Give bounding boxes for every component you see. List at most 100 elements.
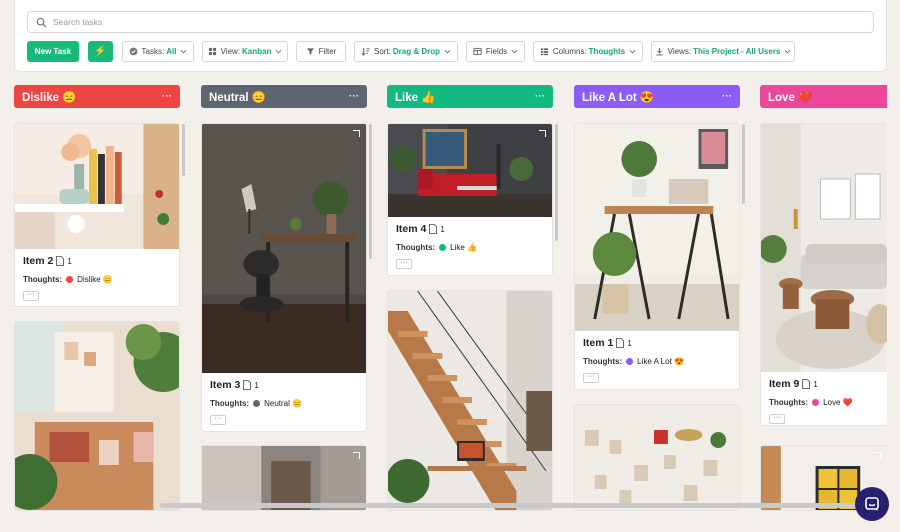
card-image: [202, 124, 366, 373]
thoughts-label: Thoughts:: [210, 399, 250, 408]
thoughts-field: Thoughts: Like 👍: [396, 243, 544, 252]
expand-corner-icon[interactable]: [874, 452, 881, 459]
chat-icon: [865, 497, 879, 511]
column-title: Love ❤️: [768, 91, 813, 104]
column-menu-icon[interactable]: ···: [722, 91, 732, 102]
attachment-count: 1: [813, 379, 818, 389]
view-dropdown[interactable]: View: Kanban: [202, 41, 288, 62]
thoughts-value: Like A Lot 😍: [637, 357, 684, 366]
expand-corner-icon[interactable]: [353, 130, 360, 137]
card-image: [15, 124, 179, 249]
card-more-button[interactable]: ···: [396, 259, 412, 269]
fields-label: Fields: [485, 47, 508, 56]
card-more-button[interactable]: ···: [769, 414, 785, 424]
chevron-down-icon: [181, 49, 187, 54]
card-image: [388, 291, 552, 510]
sort-value: Drag & Drop: [392, 47, 441, 56]
column-menu-icon[interactable]: ···: [162, 91, 172, 102]
search-input[interactable]: [53, 17, 453, 27]
sort-dropdown[interactable]: Sort: Drag & Drop: [354, 41, 458, 62]
filter-button[interactable]: Filter: [296, 41, 346, 62]
views-value: This Project - All Users: [693, 47, 781, 56]
chevron-down-icon: [275, 49, 282, 54]
column-header-like-a-lot[interactable]: Like A Lot 😍 ···: [574, 85, 740, 108]
status-dot: [66, 276, 74, 283]
chevron-down-icon: [511, 49, 518, 54]
column-menu-icon[interactable]: ···: [349, 91, 359, 102]
new-task-button[interactable]: New Task: [27, 41, 79, 62]
card-more-button[interactable]: ···: [210, 415, 226, 425]
card-title[interactable]: Item 1 1: [583, 337, 731, 349]
check-circle-icon: [129, 47, 137, 56]
task-card-image[interactable]: [574, 404, 740, 511]
status-dot: [253, 400, 261, 407]
thoughts-label: Thoughts:: [583, 357, 623, 366]
task-card-item-3[interactable]: Item 3 1 Thoughts: Neutral 😑 ···: [201, 123, 367, 432]
task-card-image[interactable]: [14, 321, 180, 511]
task-card-item-1[interactable]: Item 1 1 Thoughts: Like A Lot 😍 ···: [574, 123, 740, 390]
search-icon: [36, 17, 47, 27]
quick-action-button[interactable]: ⚡: [88, 41, 113, 62]
columns-dropdown[interactable]: Columns: Thoughts: [533, 41, 643, 62]
card-image: [575, 124, 739, 331]
expand-corner-icon[interactable]: [539, 130, 546, 137]
column-scrollbar[interactable]: [742, 124, 745, 204]
columns-icon: [540, 48, 548, 56]
column-header-like[interactable]: Like 👍 ···: [387, 85, 553, 108]
column-scrollbar[interactable]: [369, 124, 372, 259]
table-icon: [473, 47, 482, 56]
task-card-item-9[interactable]: Item 9 1 Thoughts: Love ❤️ ···: [760, 123, 887, 426]
views-label: Views:: [667, 47, 692, 56]
card-more-button[interactable]: ···: [23, 291, 39, 301]
tasks-filter-dropdown[interactable]: Tasks: All: [122, 41, 194, 62]
thoughts-label: Thoughts:: [23, 275, 63, 284]
task-card-item-4[interactable]: Item 4 1 Thoughts: Like 👍 ···: [387, 123, 553, 276]
document-icon: [802, 379, 811, 389]
thoughts-value: Love ❤️: [823, 398, 853, 407]
task-card-image[interactable]: [387, 290, 553, 511]
status-dot: [439, 244, 447, 251]
card-title[interactable]: Item 2 1: [23, 255, 171, 267]
filter-label: Filter: [318, 47, 337, 56]
column-scrollbar[interactable]: [555, 124, 558, 241]
attachment-count: 1: [67, 256, 72, 266]
columns-value: Thoughts: [588, 47, 626, 56]
column-menu-icon[interactable]: ···: [535, 91, 545, 102]
chevron-down-icon: [784, 49, 791, 54]
task-card-item-2[interactable]: Item 2 1 Thoughts: Dislike 😑 ···: [14, 123, 180, 307]
thoughts-value: Neutral 😑: [264, 399, 303, 408]
column-title: Dislike 😑: [22, 91, 77, 104]
status-dot: [812, 399, 820, 406]
card-title[interactable]: Item 4 1: [396, 223, 544, 235]
grid-icon: [208, 47, 216, 56]
card-image: [388, 124, 552, 217]
bolt-icon: ⚡: [94, 46, 107, 57]
column-header-dislike[interactable]: Dislike 😑 ···: [14, 85, 180, 108]
attachment-count: 1: [254, 380, 259, 390]
attachment-count: 1: [627, 338, 632, 348]
column-scrollbar[interactable]: [182, 124, 185, 176]
card-more-button[interactable]: ···: [583, 373, 599, 383]
expand-corner-icon[interactable]: [353, 452, 360, 459]
card-image: [575, 405, 739, 510]
sort-label: Sort:: [373, 47, 391, 56]
column-header-neutral[interactable]: Neutral 😑 ···: [201, 85, 367, 108]
column-title: Like 👍: [395, 91, 436, 104]
download-icon: [655, 47, 663, 56]
status-dot: [626, 358, 634, 365]
thoughts-field: Thoughts: Neutral 😑: [210, 399, 358, 408]
thoughts-label: Thoughts:: [769, 398, 809, 407]
column-header-love[interactable]: Love ❤️: [760, 85, 887, 108]
fields-dropdown[interactable]: Fields: [466, 41, 525, 62]
board-horizontal-scrollbar[interactable]: [160, 503, 876, 508]
task-card-image[interactable]: [201, 445, 367, 511]
views-dropdown[interactable]: Views: This Project - All Users: [651, 41, 795, 62]
document-icon: [243, 380, 252, 390]
chevron-down-icon: [629, 49, 636, 54]
tasks-label: Tasks:: [141, 47, 165, 56]
card-title[interactable]: Item 3 1: [210, 379, 358, 391]
chat-support-button[interactable]: [855, 487, 889, 521]
card-title[interactable]: Item 9 1: [769, 378, 879, 390]
thoughts-field: Thoughts: Like A Lot 😍: [583, 357, 731, 366]
search-box[interactable]: [27, 11, 874, 33]
